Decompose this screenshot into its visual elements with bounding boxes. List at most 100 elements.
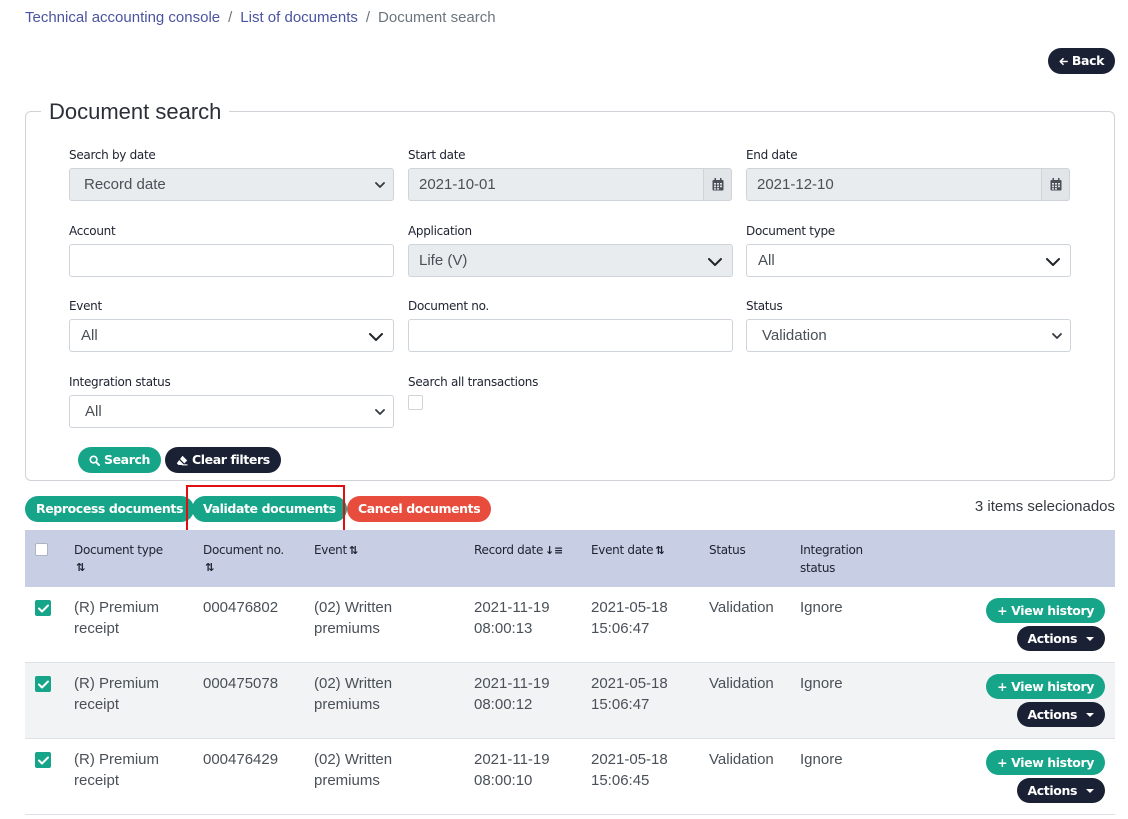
cancel-documents-button[interactable]: Cancel documents <box>347 496 492 522</box>
document-type-field: Document type All <box>746 224 1071 277</box>
cell-record-date: 2021-11-19 08:00:10 <box>474 751 550 789</box>
chevron-down-icon <box>375 182 385 188</box>
actions-dropdown-button[interactable]: Actions <box>1016 778 1105 803</box>
account-input[interactable] <box>69 244 394 277</box>
integration-status-value: All <box>85 403 102 420</box>
cell-event-date: 2021-05-18 15:06:45 <box>591 751 668 789</box>
cell-event: (02) Written premiums <box>314 675 393 713</box>
reprocess-documents-button[interactable]: Reprocess documents <box>25 496 194 522</box>
breadcrumb-technical-accounting-console[interactable]: Technical accounting console <box>25 9 220 26</box>
back-button-label: Back <box>1071 53 1104 68</box>
search-by-date-label: Search by date <box>69 148 156 162</box>
check-icon <box>37 680 49 688</box>
column-header-document-type[interactable]: Document type ⇅ <box>74 541 163 577</box>
search-all-transactions-field: Search all transactions <box>408 375 733 410</box>
column-header-label: Status <box>709 543 746 557</box>
chevron-down-icon <box>708 258 722 266</box>
cell-record-date: 2021-11-19 08:00:12 <box>474 675 550 713</box>
breadcrumb-current-page: Document search <box>378 9 496 26</box>
search-all-transactions-checkbox[interactable] <box>408 395 423 410</box>
start-date-field: Start date 2021-10-01 <box>408 148 733 201</box>
chevron-down-icon <box>1046 258 1060 266</box>
view-history-button[interactable]: + View history <box>986 750 1105 775</box>
status-select[interactable]: Validation <box>746 319 1071 352</box>
application-field: Application Life (V) <box>408 224 733 277</box>
integration-status-select[interactable]: All <box>69 395 394 428</box>
row-checkbox[interactable] <box>35 676 51 692</box>
row-checkbox[interactable] <box>35 600 51 616</box>
sort-icon[interactable]: ⇅ <box>655 544 664 557</box>
status-value: Validation <box>762 327 827 344</box>
column-header-event-date[interactable]: Event date ⇅ <box>591 541 664 560</box>
actions-dropdown-button[interactable]: Actions <box>1016 626 1105 651</box>
column-header-label: Event <box>314 543 347 557</box>
row-checkbox[interactable] <box>35 752 51 768</box>
cell-document-no: 000475078 <box>203 675 279 692</box>
search-button[interactable]: Search <box>78 447 161 473</box>
cell-record-date: 2021-11-19 08:00:13 <box>474 599 550 637</box>
calendar-icon <box>1050 178 1061 191</box>
back-button[interactable]: Back <box>1048 48 1115 74</box>
end-date-value: 2021-12-10 <box>757 176 834 193</box>
view-history-button[interactable]: + View history <box>986 598 1105 623</box>
breadcrumb: Technical accounting console / List of d… <box>25 9 496 26</box>
table-row: (R) Premium receipt 000475078 (02) Writte… <box>25 663 1115 739</box>
column-header-label: Record date <box>474 543 544 557</box>
view-history-button[interactable]: + View history <box>986 674 1105 699</box>
select-all-checkbox[interactable] <box>35 543 48 556</box>
cell-integration-status: Ignore <box>800 675 843 692</box>
document-type-label: Document type <box>746 224 835 238</box>
event-select[interactable]: All <box>69 319 394 352</box>
check-icon <box>37 756 49 764</box>
search-by-date-select[interactable]: Record date <box>69 168 394 201</box>
cell-event-date: 2021-05-18 15:06:47 <box>591 675 668 713</box>
sort-descending-icon[interactable]: ↓≡ <box>545 544 563 557</box>
search-icon <box>89 454 100 466</box>
cell-document-type: (R) Premium receipt <box>74 751 159 789</box>
document-search-panel: Document search Search by date Record da… <box>25 99 1115 481</box>
cell-integration-status: Ignore <box>800 751 843 768</box>
sort-icon[interactable]: ⇅ <box>205 559 284 577</box>
end-date-input[interactable]: 2021-12-10 <box>746 168 1042 201</box>
document-type-select[interactable]: All <box>746 244 1071 277</box>
sort-icon[interactable]: ⇅ <box>76 559 163 577</box>
cell-integration-status: Ignore <box>800 599 843 616</box>
end-date-label: End date <box>746 148 798 162</box>
selected-items-count: 3 items selecionados <box>974 498 1115 515</box>
cell-status: Validation <box>709 599 774 616</box>
column-header-document-no[interactable]: Document no. ⇅ <box>203 541 284 577</box>
calendar-icon <box>712 178 723 191</box>
column-header-integration-status: Integration status <box>800 541 863 577</box>
column-header-event[interactable]: Event ⇅ <box>314 541 358 560</box>
end-date-calendar-button[interactable] <box>1042 168 1070 201</box>
column-header-label: Event date <box>591 543 654 557</box>
start-date-input[interactable]: 2021-10-01 <box>408 168 704 201</box>
start-date-calendar-button[interactable] <box>704 168 732 201</box>
account-label: Account <box>69 224 116 238</box>
eraser-icon <box>176 455 188 465</box>
end-date-field: End date 2021-12-10 <box>746 148 1071 201</box>
check-icon <box>37 604 49 612</box>
document-type-value: All <box>758 252 775 269</box>
document-no-input[interactable] <box>408 319 733 352</box>
clear-filters-button[interactable]: Clear filters <box>165 447 281 473</box>
event-value: All <box>81 327 98 344</box>
search-by-date-field: Search by date Record date <box>69 148 394 201</box>
table-row: (R) Premium receipt 000476802 (02) Writte… <box>25 587 1115 663</box>
cell-event: (02) Written premiums <box>314 751 393 789</box>
breadcrumb-list-of-documents[interactable]: List of documents <box>240 9 358 26</box>
cell-document-no: 000476429 <box>203 751 279 768</box>
caret-down-icon <box>1086 788 1094 793</box>
cell-document-no: 000476802 <box>203 599 279 616</box>
table-row: (R) Premium receipt 000476429 (02) Writte… <box>25 739 1115 815</box>
application-select[interactable]: Life (V) <box>408 244 733 277</box>
application-label: Application <box>408 224 472 238</box>
account-field: Account <box>69 224 394 277</box>
sort-icon[interactable]: ⇅ <box>349 544 358 557</box>
column-header-record-date[interactable]: Record date ↓≡ <box>474 541 563 560</box>
chevron-down-icon <box>375 409 385 415</box>
actions-dropdown-button[interactable]: Actions <box>1016 702 1105 727</box>
status-field: Status Validation <box>746 299 1071 352</box>
chevron-down-icon <box>369 333 383 341</box>
breadcrumb-separator: / <box>228 9 233 26</box>
